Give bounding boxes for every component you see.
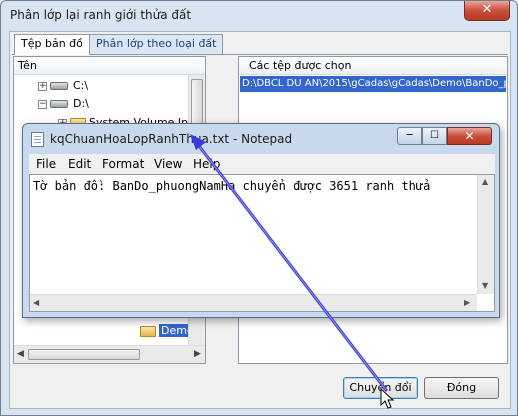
- notepad-icon: [31, 132, 44, 147]
- scroll-left-icon[interactable]: ◀: [17, 349, 24, 359]
- tab-map-files[interactable]: Tệp bản đồ: [14, 34, 90, 55]
- maximize-button[interactable]: ☐: [422, 127, 447, 145]
- menu-edit[interactable]: Edit: [68, 157, 91, 171]
- tree-item-label: D:\: [73, 97, 89, 110]
- tree-item-drive-d[interactable]: − D:\: [38, 95, 89, 112]
- tab-classify-by-land-type[interactable]: Phân lớp theo loại đất: [89, 34, 224, 54]
- tree-horizontal-scrollbar[interactable]: ◀ ▶: [14, 345, 205, 363]
- notepad-horizontal-scrollbar[interactable]: ◀ ▶: [30, 294, 477, 311]
- scrollbar-thumb[interactable]: [28, 349, 140, 360]
- selected-file-row[interactable]: D:\DBCL DU AN\2015\gCadas\gCadas\Demo\Ba…: [240, 76, 506, 92]
- dialog-titlebar[interactable]: Phân lớp lại ranh giới thửa đất ✕: [1, 1, 517, 29]
- dialog-title: Phân lớp lại ranh giới thửa đất: [10, 8, 192, 22]
- folder-icon: [140, 325, 156, 337]
- scroll-right-icon[interactable]: ▶: [464, 298, 470, 307]
- menu-help[interactable]: Help: [193, 157, 220, 171]
- tree-column-header[interactable]: Tên: [14, 57, 205, 75]
- close-button[interactable]: Đóng: [424, 377, 499, 399]
- collapse-icon[interactable]: −: [38, 99, 47, 109]
- notepad-menubar: File Edit Format View Help: [29, 154, 495, 174]
- notepad-text-area[interactable]: Tờ bản đồ: BanDo_phuongNamHa chuyển được…: [29, 174, 495, 312]
- notepad-content: Tờ bản đồ: BanDo_phuongNamHa chuyển được…: [33, 179, 431, 193]
- menu-format[interactable]: Format: [102, 157, 144, 171]
- minimize-button[interactable]: ─: [397, 127, 422, 145]
- menu-file[interactable]: File: [36, 157, 56, 171]
- drive-icon: [50, 82, 68, 90]
- tree-item-label: C:\: [73, 79, 89, 92]
- files-column-header[interactable]: Các tệp được chọn: [239, 57, 507, 75]
- notepad-vertical-scrollbar[interactable]: ▲ ▼: [477, 175, 494, 294]
- scroll-left-icon[interactable]: ◀: [33, 298, 39, 307]
- dialog-close-button[interactable]: ✕: [464, 1, 510, 21]
- scroll-down-icon[interactable]: ▼: [482, 281, 488, 290]
- notepad-close-button[interactable]: ✕: [447, 127, 492, 145]
- tree-item-drive-c[interactable]: + C:\: [38, 77, 88, 94]
- notepad-title: kqChuanHoaLopRanhThua.txt - Notepad: [50, 132, 293, 146]
- notepad-window[interactable]: kqChuanHoaLopRanhThua.txt - Notepad ─ ☐ …: [22, 123, 500, 318]
- expand-icon[interactable]: +: [38, 81, 47, 91]
- scroll-up-icon[interactable]: ▲: [482, 177, 488, 186]
- scroll-right-icon[interactable]: ▶: [194, 349, 201, 359]
- menu-view[interactable]: View: [154, 157, 182, 171]
- convert-button[interactable]: Chuyển đổi: [343, 377, 418, 399]
- drive-icon: [50, 100, 68, 108]
